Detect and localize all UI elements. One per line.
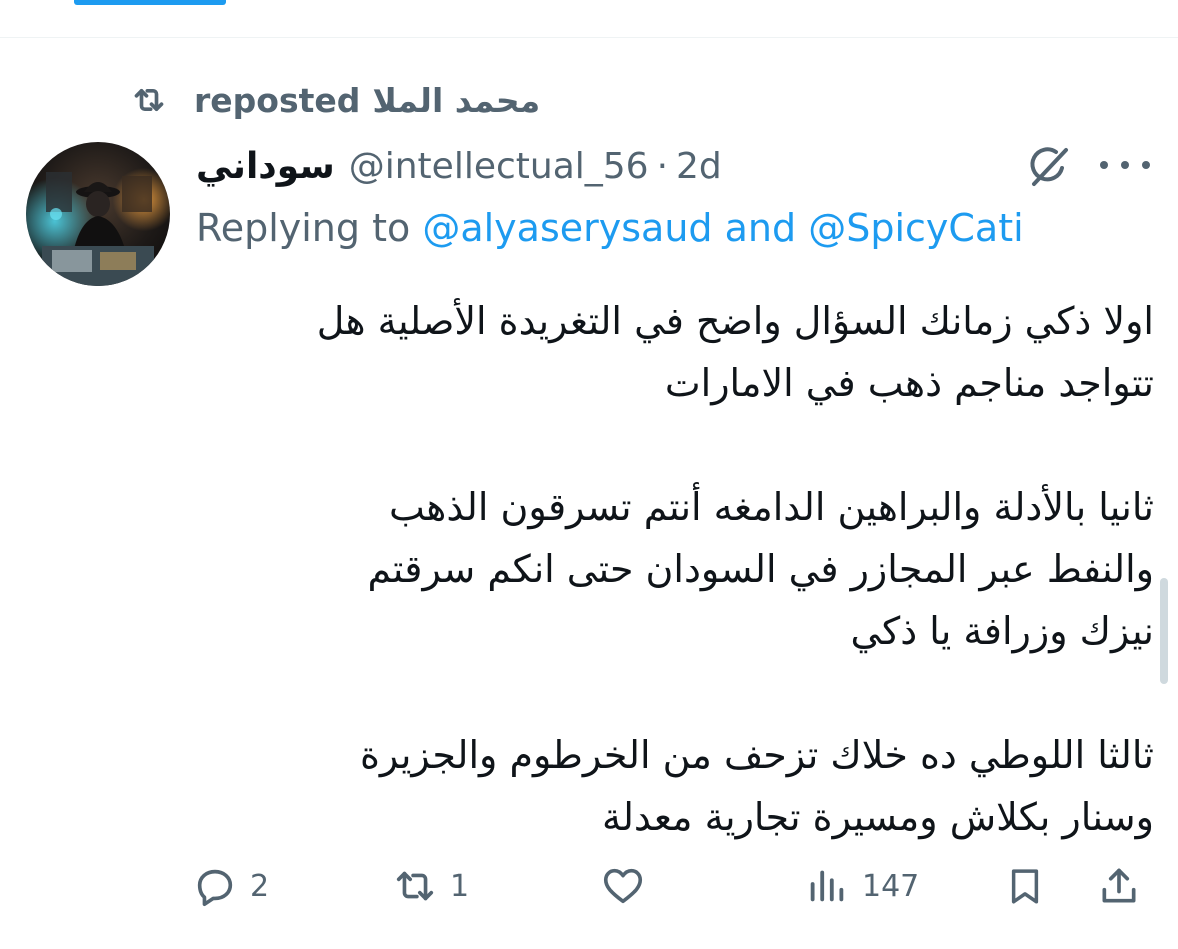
scrollbar[interactable] [1160, 578, 1168, 684]
more-icon[interactable] [1100, 150, 1150, 180]
mention-link[interactable]: @SpicyCati [808, 206, 1023, 250]
tweet-line: نيزك وزرافة يا ذكي [850, 609, 1154, 653]
repost-count: 1 [450, 868, 470, 904]
divider [0, 37, 1178, 38]
repost-icon [126, 80, 172, 120]
share-button[interactable] [1094, 858, 1144, 914]
tweet-header: سوداني @intellectual_56 · 2d [196, 140, 722, 192]
tweet-line: تتواجد مناجم ذهب في الامارات [664, 361, 1154, 405]
like-button[interactable] [598, 858, 658, 914]
separator: · [656, 145, 669, 187]
bookmark-button[interactable] [1000, 858, 1050, 914]
grok-icon[interactable] [1022, 142, 1076, 190]
tab-active-indicator [74, 0, 226, 5]
mention-link[interactable]: @alyaserysaud [422, 206, 712, 250]
tweet-line: اولا ذكي زمانك السؤال واضح في التغريدة ا… [316, 299, 1154, 343]
tweet-line: وسنار بكلاش ومسيرة تجارية معدلة [601, 795, 1154, 839]
views-count: 147 [862, 868, 920, 904]
repost-label: reposted [194, 80, 361, 120]
replying-to: Replying to @alyaserysaud and @SpicyCati [196, 206, 1024, 250]
dot [1121, 161, 1129, 169]
avatar[interactable] [26, 142, 170, 286]
share-icon [1094, 861, 1144, 911]
repost-button[interactable]: 1 [390, 858, 469, 914]
tweet-line: ثانيا بالأدلة والبراهين الدامغه أنتم تسر… [388, 485, 1154, 529]
reply-button[interactable]: 2 [190, 858, 269, 914]
repost-context[interactable]: reposted محمد الملا [126, 78, 540, 122]
mention-conjunction: and [724, 206, 797, 250]
views-icon [802, 861, 852, 911]
tweet-text: اولا ذكي زمانك السؤال واضح في التغريدة ا… [190, 290, 1154, 848]
reply-icon [190, 861, 240, 911]
views-button[interactable]: 147 [802, 858, 919, 914]
repost-icon [390, 861, 440, 911]
reply-count: 2 [250, 868, 270, 904]
replying-prefix: Replying to [196, 206, 411, 250]
tweet-line: والنفط عبر المجازر في السودان حتى انكم س… [367, 547, 1154, 591]
reposter-name[interactable]: محمد الملا [372, 81, 540, 120]
dot [1100, 161, 1108, 169]
action-bar: 2 1 147 [190, 858, 1150, 914]
author-display-name[interactable]: سوداني [196, 146, 335, 187]
tweet-line: ثالثا اللوطي ده خلاك تزحف من الخرطوم وال… [359, 733, 1154, 777]
author-handle[interactable]: @intellectual_56 [349, 146, 649, 187]
timestamp[interactable]: 2d [676, 146, 722, 187]
heart-icon [598, 861, 648, 911]
dot [1142, 161, 1150, 169]
bookmark-icon [1000, 861, 1050, 911]
